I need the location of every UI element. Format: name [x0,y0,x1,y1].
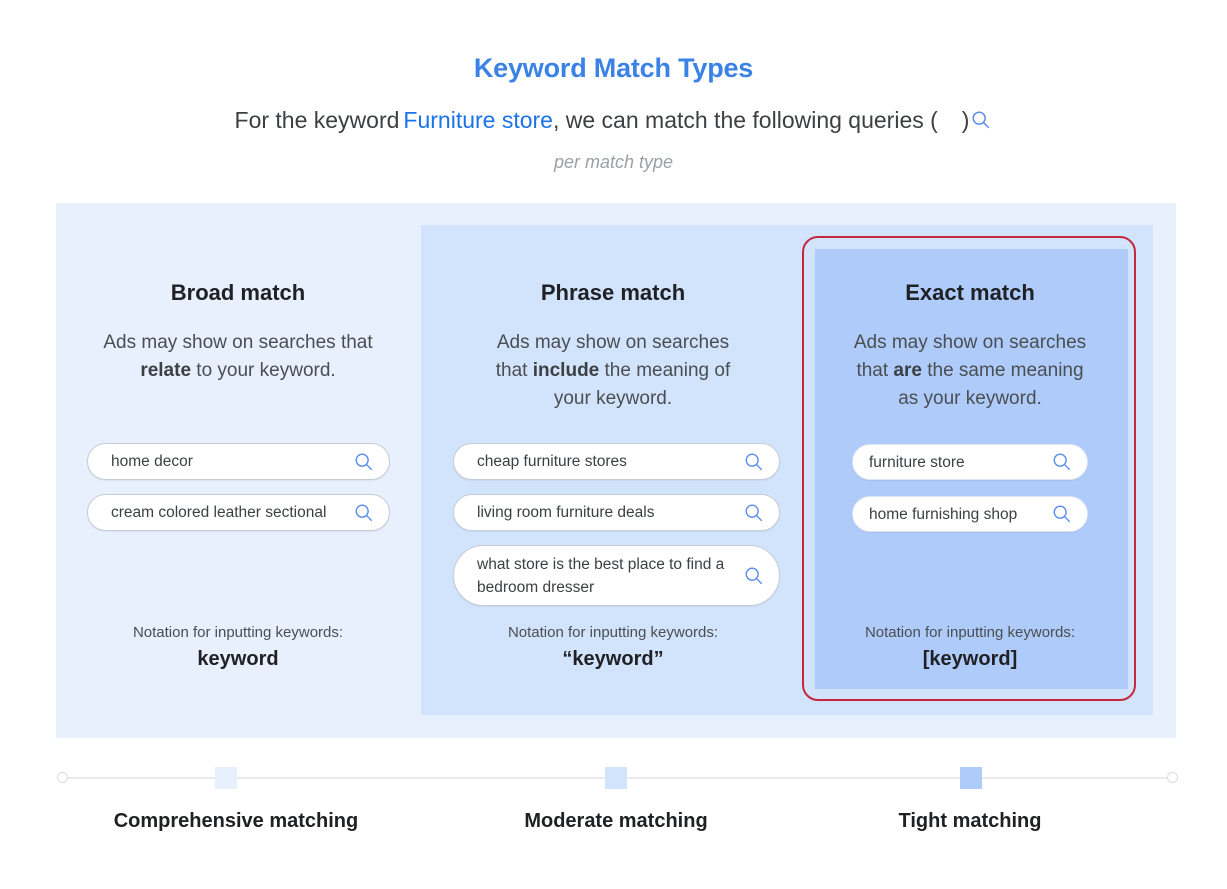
scale-marker-moderate [605,767,627,789]
search-icon [1053,505,1071,523]
scale-label-tight: Tight matching [898,810,1042,832]
query-text: cream colored leather sectional [111,504,327,521]
per-match-type-caption: per match type [553,152,674,172]
query-text: cheap furniture stores [477,453,627,470]
notation-label: Notation for inputting keywords: [864,624,1076,641]
query-pill: cheap furniture stores [453,443,780,480]
scale-start-dot [57,772,68,783]
subtitle-close: ) [961,107,970,133]
query-pill: cream colored leather sectional [87,494,390,531]
subtitle: For the keyword Furniture store, we can m… [0,107,1227,134]
search-icon [972,111,990,128]
query-pill: what store is the best place to find a b… [453,545,780,606]
query-pill: furniture store [852,444,1088,480]
notation-label: Notation for inputting keywords: [507,624,719,641]
scale-marker-comprehensive [215,767,237,789]
subtitle-suffix: , we can match the following queries ( [552,107,938,133]
search-icon [745,504,763,521]
subtitle-prefix: For the keyword [234,107,400,133]
notation-label: Notation for inputting keywords: [132,624,344,641]
keyword-highlight: Furniture store [403,107,553,133]
page-title: Keyword Match Types [473,53,754,83]
scale-end-dot [1167,772,1178,783]
search-icon [355,453,373,470]
notation-value: [keyword] [922,648,1018,670]
search-icon [745,567,763,584]
column-description: Ads may show on searches that are the sa… [853,332,1087,409]
query-text: furniture store [869,453,965,471]
search-icon [745,453,763,470]
scale-label-moderate: Moderate matching [524,810,708,832]
query-text: living room furniture deals [477,504,655,521]
query-text: home decor [111,453,193,470]
scale-label-comprehensive: Comprehensive matching [113,810,359,832]
column-title: Exact match [905,280,1035,305]
query-pill: home decor [87,443,390,480]
search-icon [355,504,373,521]
query-pill: home furnishing shop [852,496,1088,532]
search-icon [1053,453,1071,471]
column-title: Phrase match [540,280,686,305]
column-title: Broad match [170,280,306,305]
query-text: what store is the best place to find a b… [477,555,725,596]
notation-value: “keyword” [562,648,664,670]
query-pill: living room furniture deals [453,494,780,531]
column-description: Ads may show on searches that relate to … [103,332,373,381]
notation-value: keyword [197,648,279,670]
column-description: Ads may show on searches that include th… [495,332,731,409]
scale-marker-tight [960,767,982,789]
query-text: home furnishing shop [869,505,1018,523]
